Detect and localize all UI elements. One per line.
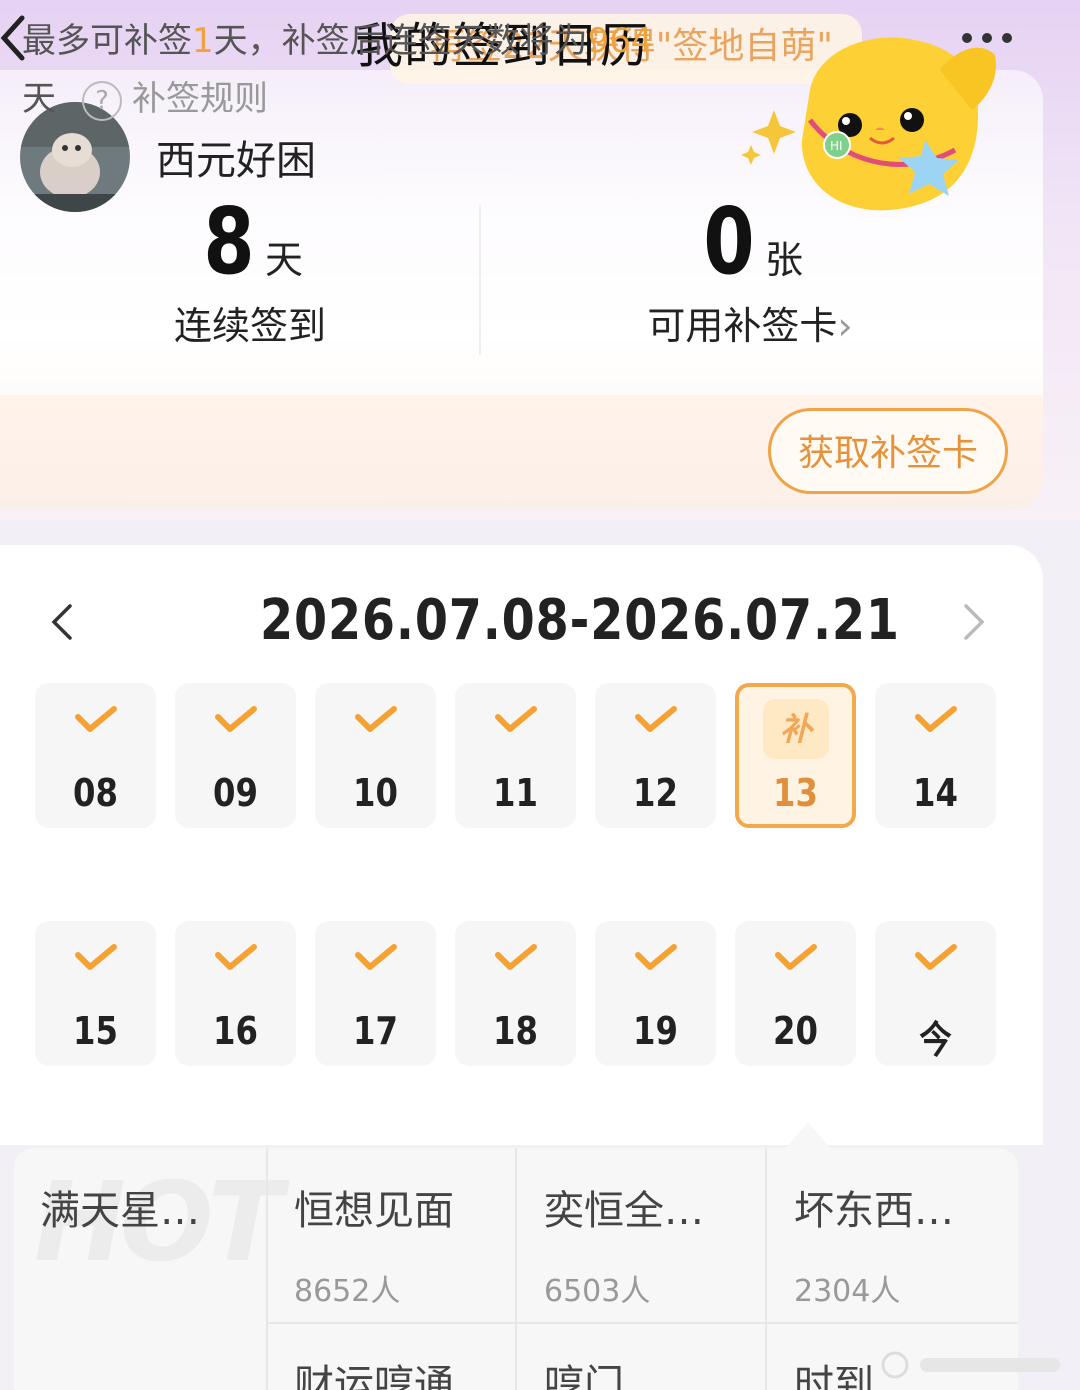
day-number: 20 <box>773 1009 818 1053</box>
day-number: 14 <box>913 771 958 815</box>
calendar-day[interactable]: 19 <box>595 921 716 1066</box>
checkmark-icon <box>495 706 537 732</box>
makeup-total: 964 <box>587 21 653 61</box>
topic-divider <box>515 1148 517 1390</box>
day-number: 15 <box>73 1009 118 1053</box>
chevron-right-icon: › <box>837 304 853 348</box>
topic-item[interactable]: 财运哼通 <box>294 1352 454 1390</box>
topic-item[interactable]: 恒想见面 8652人 <box>294 1178 454 1310</box>
streak-stat: 8天 连续签到 <box>160 188 340 350</box>
help-icon[interactable]: ? <box>82 80 122 121</box>
more-options-button[interactable] <box>962 20 1052 56</box>
makeup-text-part2: 天，补签后连签天数将为 <box>213 21 588 61</box>
calendar-day[interactable]: 18 <box>455 921 576 1066</box>
stat-divider <box>479 205 481 355</box>
svg-text:HI: HI <box>830 139 843 153</box>
checkmark-icon <box>915 944 957 970</box>
calendar-day[interactable]: 今 <box>875 921 996 1066</box>
day-number: 今 <box>919 1018 952 1062</box>
makeup-info-text: 最多可补签1天，补签后连签天数将为964 天? 补签规则 <box>22 12 742 128</box>
cards-value: 0 <box>703 188 755 295</box>
topics-panel: HOT 满天星… 恒想见面 8652人 奕恒全… 6503人 坏东西… 2304… <box>14 1148 1018 1390</box>
dot-icon <box>982 33 992 43</box>
cards-unit: 张 <box>765 238 804 282</box>
checkmark-icon <box>915 706 957 732</box>
checkmark-icon <box>495 944 537 970</box>
checkmark-icon <box>775 944 817 970</box>
dot-icon <box>1002 33 1012 43</box>
day-number: 12 <box>633 771 678 815</box>
day-number: 16 <box>213 1009 258 1053</box>
day-number: 19 <box>633 1009 678 1053</box>
topic-pointer <box>786 1122 830 1148</box>
day-number: 09 <box>213 771 258 815</box>
checkmark-icon <box>635 706 677 732</box>
checkmark-icon <box>635 944 677 970</box>
day-number: 17 <box>353 1009 398 1053</box>
makeup-rules-link[interactable]: 补签规则 <box>132 79 268 119</box>
topic-item[interactable]: 奕恒全… 6503人 <box>544 1178 704 1310</box>
checkmark-icon <box>75 706 117 732</box>
topic-name: 满天星… <box>40 1188 200 1234</box>
topic-name: 时到 <box>794 1362 874 1390</box>
makeup-text-part1: 最多可补签 <box>22 21 192 61</box>
topic-divider <box>765 1148 767 1390</box>
topic-count: 6503人 <box>544 1274 651 1309</box>
checkmark-icon <box>355 944 397 970</box>
calendar-day[interactable]: 17 <box>315 921 436 1066</box>
streak-label: 连续签到 <box>173 304 326 348</box>
topic-item[interactable]: 坏东西… 2304人 <box>794 1178 954 1310</box>
calendar-day-makeup[interactable]: 补 13 <box>735 683 856 828</box>
get-makeup-card-button[interactable]: 获取补签卡 <box>768 408 1008 494</box>
calendar-day[interactable]: 11 <box>455 683 576 828</box>
day-number: 10 <box>353 771 398 815</box>
topic-item[interactable]: 满天星… <box>40 1178 200 1236</box>
streak-value: 8 <box>203 188 255 295</box>
makeup-days: 1 <box>192 21 214 61</box>
topic-name: 恒想见面 <box>294 1188 454 1234</box>
topic-name: 哼门 <box>544 1362 624 1390</box>
topic-count: 2304人 <box>794 1274 901 1309</box>
makeup-badge: 补 <box>763 699 829 759</box>
day-number: 18 <box>493 1009 538 1053</box>
previous-range-button[interactable] <box>44 600 84 644</box>
cards-label: 可用补签卡 <box>647 304 838 348</box>
topic-item[interactable]: 时到 <box>794 1352 874 1390</box>
chevron-left-icon <box>51 604 72 640</box>
checkmark-icon <box>215 706 257 732</box>
topic-count: 8652人 <box>294 1274 401 1309</box>
calendar-day[interactable]: 12 <box>595 683 716 828</box>
checkmark-icon <box>355 706 397 732</box>
day-number: 08 <box>73 771 118 815</box>
checkmark-icon <box>75 944 117 970</box>
makeup-text-part3: 天 <box>22 79 56 119</box>
calendar-day[interactable]: 16 <box>175 921 296 1066</box>
makeup-cards-stat[interactable]: 0张 可用补签卡› <box>620 188 880 350</box>
date-range: 2026.07.08-2026.07.21 <box>260 588 900 653</box>
topic-divider <box>266 1322 1018 1324</box>
checkmark-icon <box>215 944 257 970</box>
calendar-day[interactable]: 14 <box>875 683 996 828</box>
topic-name: 财运哼通 <box>294 1362 454 1390</box>
calendar-day[interactable]: 09 <box>175 683 296 828</box>
calendar-day[interactable]: 10 <box>315 683 436 828</box>
username: 西元好困 <box>156 138 316 184</box>
weibo-watermark-icon <box>881 1351 1060 1379</box>
chevron-right-icon <box>964 604 985 640</box>
topic-item[interactable]: 哼门 <box>544 1352 624 1390</box>
calendar-day[interactable]: 08 <box>35 683 156 828</box>
day-number: 13 <box>773 771 818 815</box>
topic-name: 奕恒全… <box>544 1188 704 1234</box>
next-range-button[interactable] <box>952 600 992 644</box>
day-number: 11 <box>493 771 538 815</box>
streak-unit: 天 <box>265 238 304 282</box>
topic-name: 坏东西… <box>794 1188 954 1234</box>
calendar-day[interactable]: 20 <box>735 921 856 1066</box>
calendar-day[interactable]: 15 <box>35 921 156 1066</box>
topic-divider <box>266 1148 268 1390</box>
dot-icon <box>962 33 972 43</box>
